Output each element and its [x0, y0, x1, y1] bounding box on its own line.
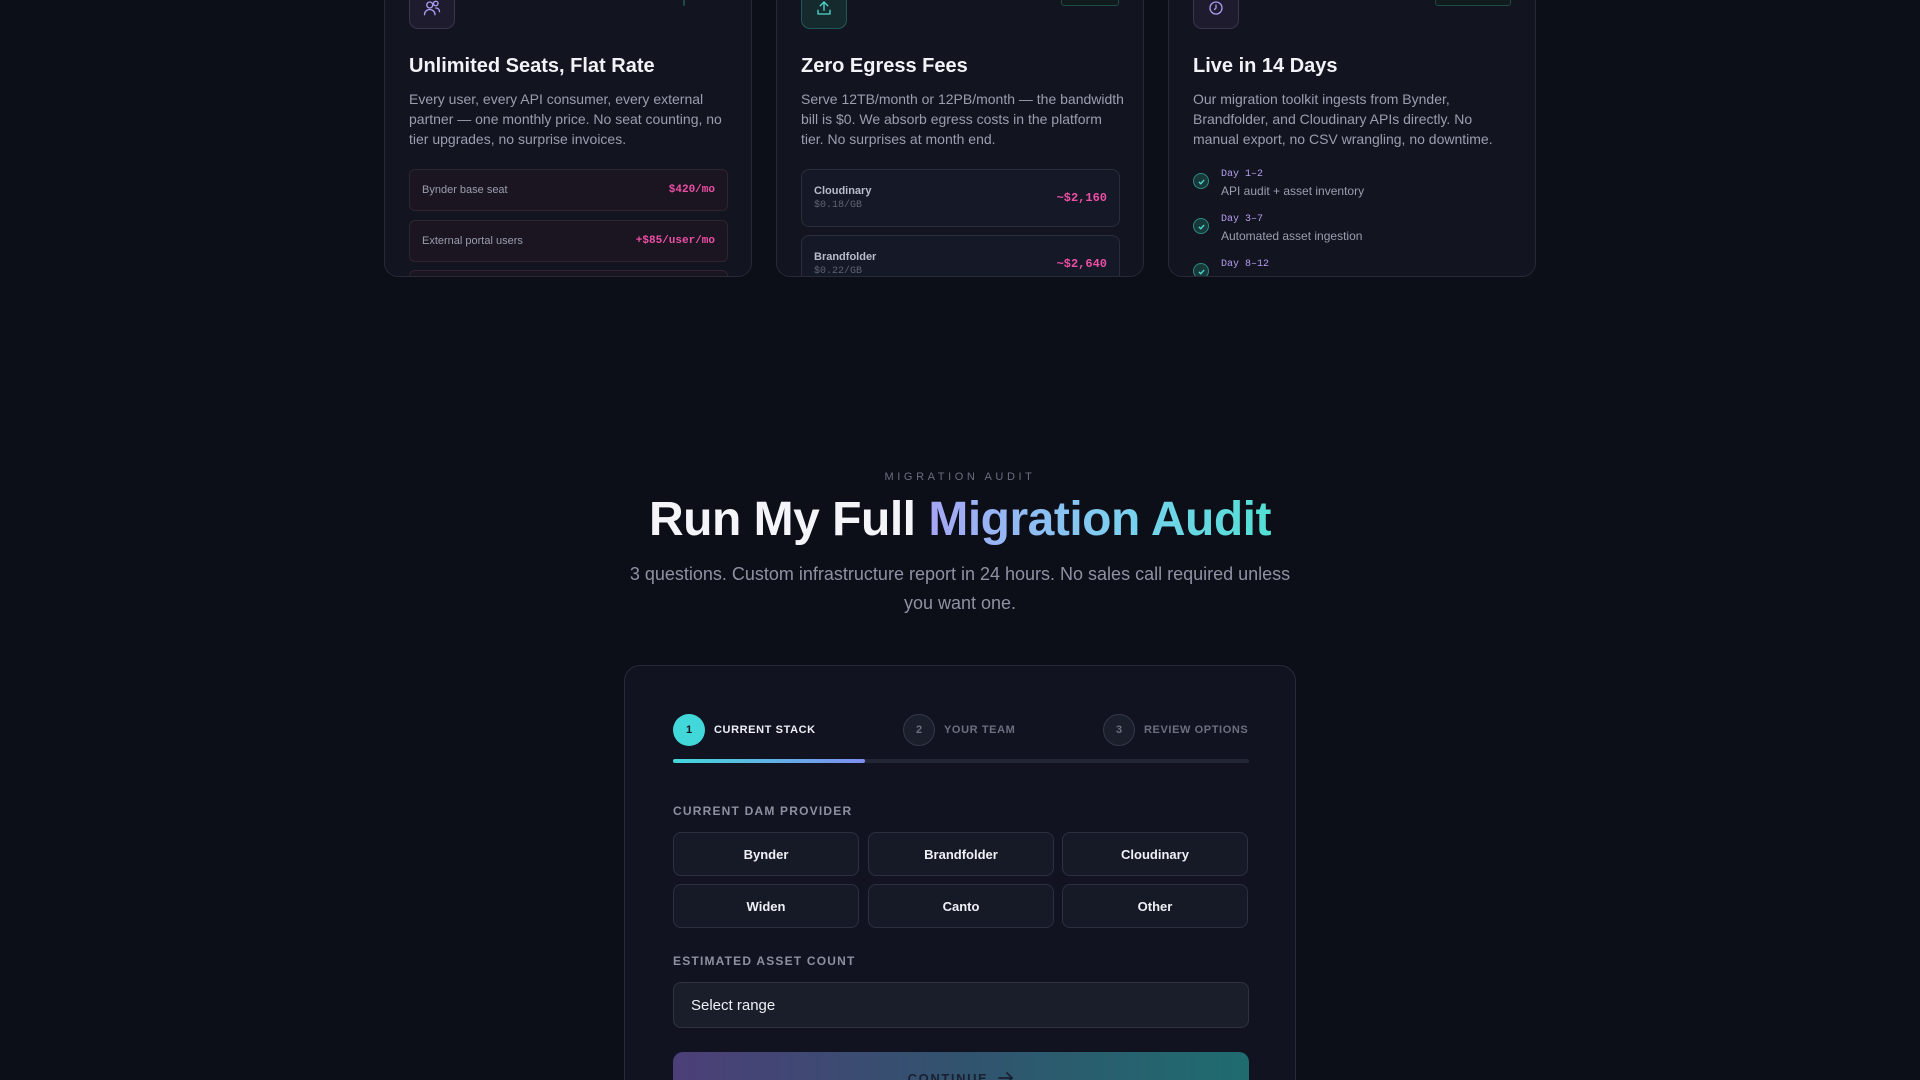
section-title: Run My Full Migration Audit — [0, 492, 1920, 547]
step-number: 2 — [903, 714, 935, 746]
section-eyebrow: MIGRATION AUDIT — [884, 471, 1036, 483]
egress-rate: $0.22/GB — [814, 266, 863, 277]
step-label: CURRENT STACK — [714, 724, 816, 736]
timeline-item: Day 1–2 API audit + asset inventory — [1193, 169, 1364, 198]
title-plain: Run My Full — [649, 493, 916, 546]
step-current-stack[interactable]: 1 CURRENT STACK — [673, 714, 816, 746]
asset-count-label: ESTIMATED ASSET COUNT — [673, 954, 856, 968]
egress-row: Cloudinary $0.18/GB ~$2,160 — [801, 169, 1120, 227]
continue-label: CONTINUE — [907, 1071, 989, 1080]
arrow-right-icon — [998, 1071, 1014, 1080]
cost-row-value: +$85/user/mo — [635, 235, 715, 247]
feature-card-unlimited-seats: Unlimited Seats, Flat Rate Every user, e… — [384, 0, 752, 277]
card-title: Unlimited Seats, Flat Rate — [409, 55, 655, 77]
egress-provider-name: Brandfolder — [814, 251, 877, 263]
card-description: Serve 12TB/month or 12PB/month — the ban… — [801, 91, 1124, 147]
timeline-day: Day 8–12 — [1221, 259, 1270, 270]
card-description: Every user, every API consumer, every ex… — [409, 91, 722, 147]
card-title: Live in 14 Days — [1193, 55, 1338, 77]
check-icon — [1193, 218, 1209, 234]
card-badge — [1435, 0, 1511, 6]
progress-fill — [673, 759, 865, 763]
continue-button[interactable]: CONTINUE — [673, 1052, 1249, 1080]
card-badge — [1061, 0, 1119, 6]
step-label: REVIEW OPTIONS — [1144, 724, 1249, 736]
feature-card-zero-egress: Zero Egress Fees Serve 12TB/month or 12P… — [776, 0, 1144, 277]
cost-row-value: $420/mo — [668, 184, 715, 196]
feature-cards: Unlimited Seats, Flat Rate Every user, e… — [384, 0, 1536, 278]
step-your-team[interactable]: 2 YOUR TEAM — [903, 714, 1015, 746]
provider-option-cloudinary[interactable]: Cloudinary — [1062, 832, 1248, 876]
provider-option-other[interactable]: Other — [1062, 884, 1248, 928]
progress-bar — [673, 759, 1249, 763]
timeline-day: Day 3–7 — [1221, 214, 1264, 225]
egress-cost: ~$2,640 — [1056, 257, 1107, 271]
provider-option-brandfolder[interactable]: Brandfolder — [868, 832, 1054, 876]
provider-option-canto[interactable]: Canto — [868, 884, 1054, 928]
section-subtitle: 3 questions. Custom infrastructure repor… — [629, 564, 1291, 613]
egress-rate: $0.18/GB — [814, 200, 863, 211]
step-review-options[interactable]: 3 REVIEW OPTIONS — [1103, 714, 1248, 746]
step-number: 3 — [1103, 714, 1135, 746]
cost-row: External portal users +$85/user/mo — [409, 220, 728, 262]
timeline-label: API audit + asset inventory — [1221, 184, 1365, 198]
provider-label: CURRENT DAM PROVIDER — [673, 804, 853, 818]
title-accent: Migration Audit — [928, 493, 1271, 546]
timeline-item: Day 8–12 — [1193, 259, 1270, 276]
step-number: 1 — [673, 714, 705, 746]
timeline-item: Day 3–7 Automated asset ingestion — [1193, 214, 1362, 243]
check-icon — [1193, 173, 1209, 189]
check-icon — [1193, 263, 1209, 276]
clock-icon — [1193, 0, 1239, 29]
card-badge — [683, 0, 685, 6]
card-description: Our migration toolkit ingests from Bynde… — [1193, 91, 1493, 147]
cost-row: Bynder base seat $420/mo — [409, 169, 728, 211]
egress-cost: ~$2,160 — [1056, 191, 1107, 205]
card-title: Zero Egress Fees — [801, 55, 968, 77]
audit-form-card: 1 CURRENT STACK 2 YOUR TEAM 3 REVIEW OPT… — [624, 665, 1296, 1080]
timeline-day: Day 1–2 — [1221, 169, 1264, 180]
upload-icon — [801, 0, 847, 29]
asset-count-select[interactable]: Select range — [673, 982, 1249, 1028]
timeline-label: Automated asset ingestion — [1221, 229, 1363, 243]
provider-option-widen[interactable]: Widen — [673, 884, 859, 928]
feature-card-live-14-days: Live in 14 Days Our migration toolkit in… — [1168, 0, 1536, 277]
step-label: YOUR TEAM — [944, 724, 1016, 736]
asset-count-value: Select range — [691, 996, 776, 1014]
cost-row-cut-off — [409, 270, 728, 276]
egress-row: Brandfolder $0.22/GB ~$2,640 — [801, 235, 1120, 277]
egress-provider-name: Cloudinary — [814, 185, 872, 197]
users-icon — [409, 0, 455, 29]
cost-row-label: Bynder base seat — [422, 184, 508, 196]
provider-option-bynder[interactable]: Bynder — [673, 832, 859, 876]
stepper: 1 CURRENT STACK 2 YOUR TEAM 3 REVIEW OPT… — [673, 714, 1249, 746]
cost-row-label: External portal users — [422, 235, 523, 247]
